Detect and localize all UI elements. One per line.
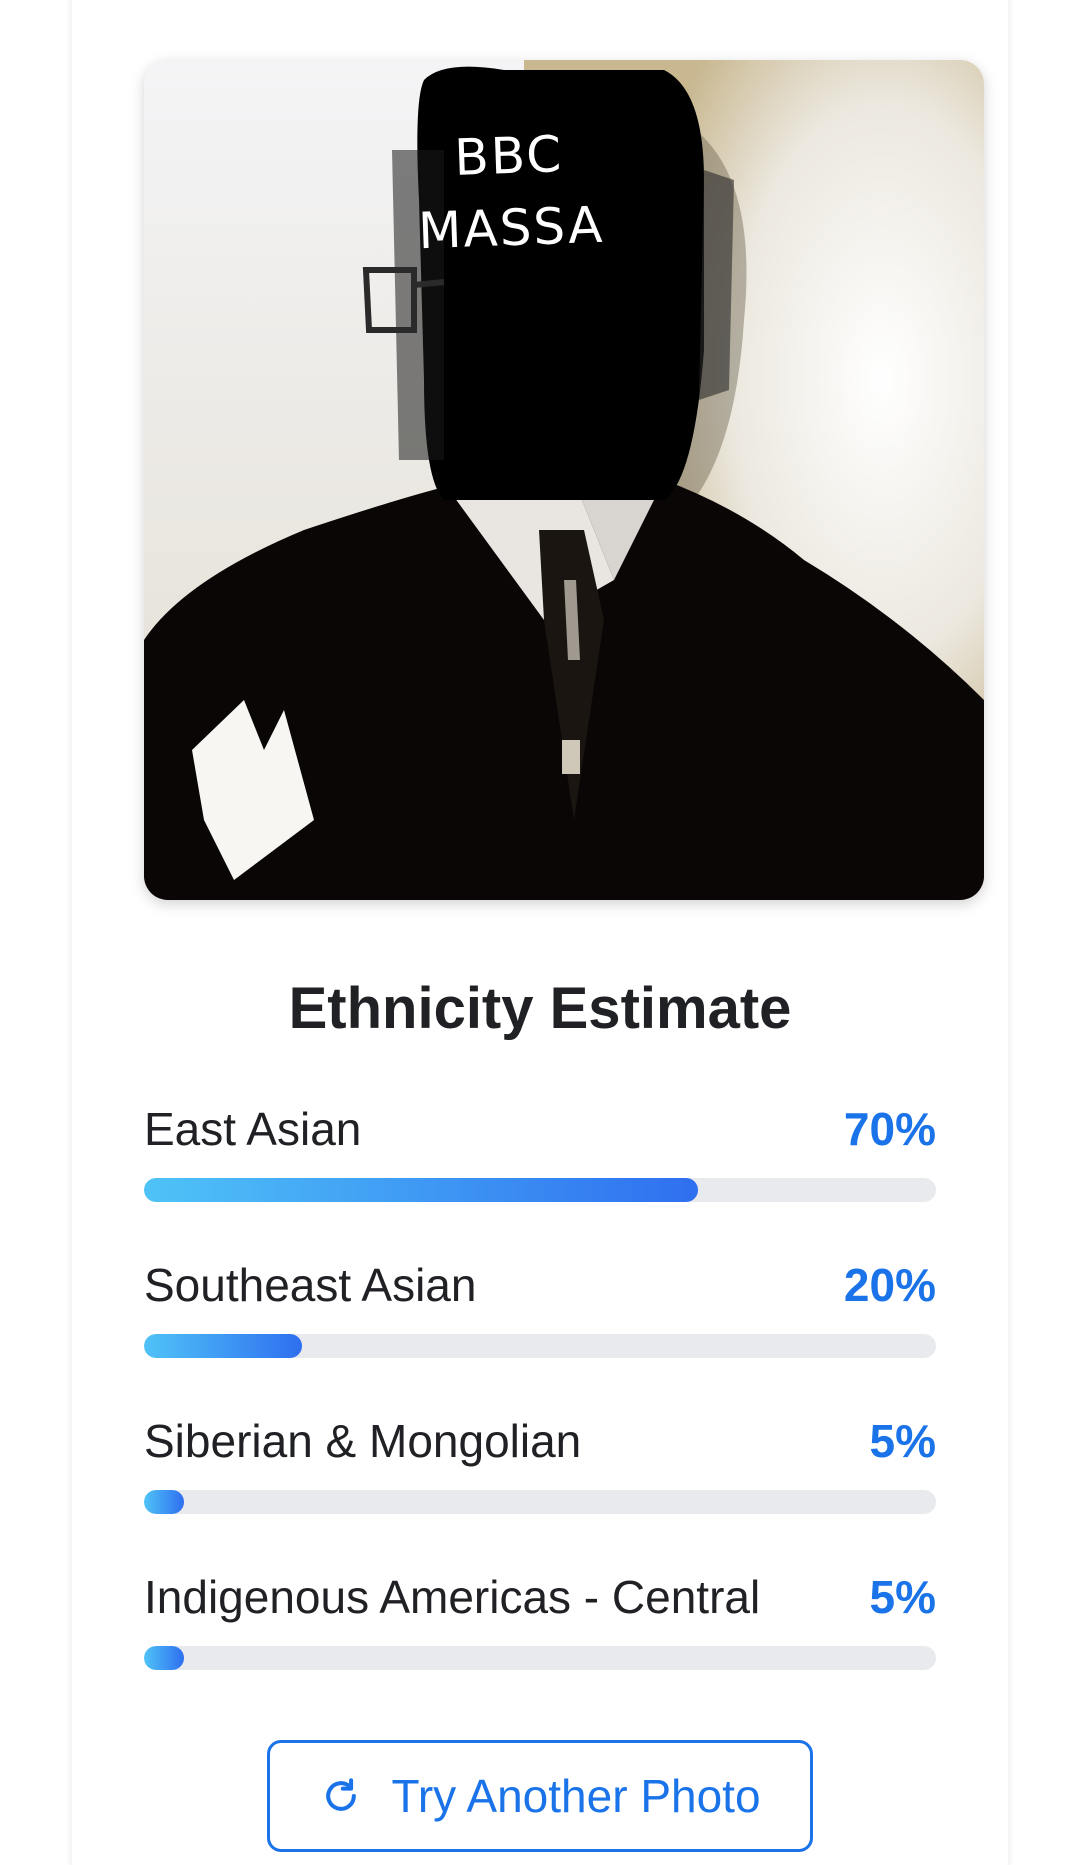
result-percent: 70% [843,1103,936,1155]
result-label: East Asian [144,1103,362,1155]
result-percent: 5% [869,1415,936,1467]
photo-handwriting-line-2: MASSA [417,195,606,261]
result-label: Siberian & Mongolian [144,1415,582,1467]
try-another-photo-label: Try Another Photo [391,1770,761,1822]
photo-handwriting-line-1: BBC [453,125,565,187]
progress-track [144,1334,936,1358]
progress-fill [144,1646,184,1670]
progress-track [144,1490,936,1514]
result-percent: 5% [869,1571,936,1623]
result-label: Indigenous Americas - Central [144,1571,761,1623]
progress-track [144,1646,936,1670]
refresh-icon [319,1774,363,1818]
progress-track [144,1178,936,1202]
progress-fill [144,1490,184,1514]
photo-handwriting: BBC MASSA [408,117,613,268]
try-another-photo-button[interactable]: Try Another Photo [267,1740,813,1852]
result-percent: 20% [843,1259,936,1311]
result-label: Southeast Asian [144,1259,477,1311]
progress-fill [144,1334,303,1358]
progress-fill [144,1178,699,1202]
results-heading: Ethnicity Estimate [288,976,792,1041]
page: BBC MASSA Ethnicity Estimate East Asian … [0,0,1080,1865]
